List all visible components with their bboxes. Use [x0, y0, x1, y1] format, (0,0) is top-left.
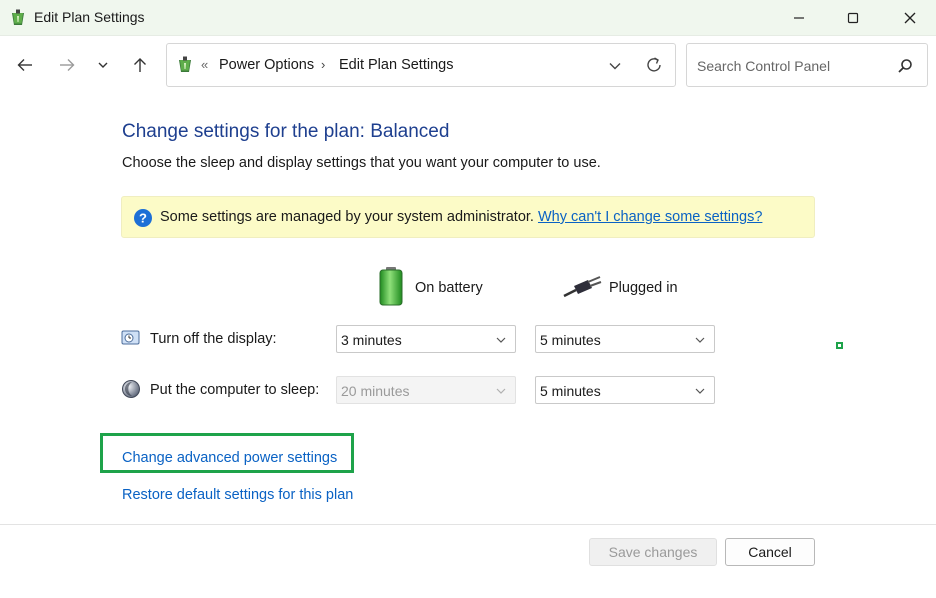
breadcrumb-power-options[interactable]: Power Options [219, 57, 314, 73]
close-icon [904, 12, 916, 24]
address-dropdown-icon[interactable] [605, 56, 625, 76]
arrow-left-icon [17, 59, 32, 71]
chevron-down-icon [695, 337, 705, 343]
navigation-bar: « Power Options › Edit Plan Settings [0, 36, 936, 94]
arrow-up-icon [134, 58, 146, 72]
cursor-marker [836, 342, 843, 349]
page-title: Change settings for the plan: Balanced [122, 121, 450, 142]
display-icon [121, 330, 140, 345]
chevron-down-icon [496, 337, 506, 343]
why-cant-i-change-link[interactable]: Why can't I change some settings? [538, 209, 762, 225]
minimize-button[interactable] [776, 0, 822, 36]
chevron-down-icon [695, 388, 705, 394]
up-button[interactable] [127, 52, 153, 78]
search-icon[interactable] [895, 56, 915, 76]
breadcrumb-edit-plan-settings[interactable]: Edit Plan Settings [339, 57, 453, 73]
page-description: Choose the sleep and display settings th… [122, 155, 601, 171]
display-battery-select[interactable]: 3 minutes [336, 325, 516, 353]
maximize-icon [847, 12, 859, 24]
sleep-plugged-select[interactable]: 5 minutes [535, 376, 715, 404]
save-changes-button: Save changes [589, 538, 717, 566]
turn-off-display-label: Turn off the display: [150, 331, 277, 347]
breadcrumb-separator-icon[interactable]: › [321, 57, 325, 72]
recent-locations-button[interactable] [90, 52, 116, 78]
maximize-button[interactable] [830, 0, 876, 36]
chevron-down-icon [496, 388, 506, 394]
power-plug-icon [563, 276, 602, 298]
window-title: Edit Plan Settings [34, 9, 145, 25]
minimize-icon [794, 17, 804, 19]
display-plugged-select[interactable]: 5 minutes [535, 325, 715, 353]
breadcrumb-overflow-icon[interactable]: « [201, 57, 208, 72]
admin-info-text: Some settings are managed by your system… [160, 209, 763, 225]
sleep-moon-icon [122, 380, 140, 398]
restore-defaults-link[interactable]: Restore default settings for this plan [122, 487, 353, 503]
sleep-label: Put the computer to sleep: [150, 382, 320, 398]
search-input[interactable] [695, 56, 885, 76]
close-button[interactable] [887, 0, 933, 36]
admin-info-bar: ? Some settings are managed by your syst… [121, 196, 815, 238]
address-bar[interactable]: « Power Options › Edit Plan Settings [166, 43, 676, 87]
arrow-right-icon [60, 59, 75, 71]
power-options-icon [12, 9, 24, 25]
battery-icon [379, 267, 403, 306]
change-advanced-power-settings-link[interactable]: Change advanced power settings [122, 450, 337, 466]
on-battery-header: On battery [415, 280, 483, 296]
search-box[interactable] [686, 43, 928, 87]
svg-text:?: ? [139, 211, 147, 226]
chevron-down-icon [98, 62, 108, 68]
refresh-icon[interactable] [643, 54, 665, 76]
back-button[interactable] [12, 52, 38, 78]
plugged-in-header: Plugged in [609, 280, 678, 296]
power-options-icon [179, 56, 191, 72]
cancel-button[interactable]: Cancel [725, 538, 815, 566]
footer-divider [0, 524, 936, 525]
sleep-battery-select: 20 minutes [336, 376, 516, 404]
title-bar: Edit Plan Settings [0, 0, 936, 36]
help-icon: ? [134, 209, 152, 227]
forward-button[interactable] [54, 52, 80, 78]
